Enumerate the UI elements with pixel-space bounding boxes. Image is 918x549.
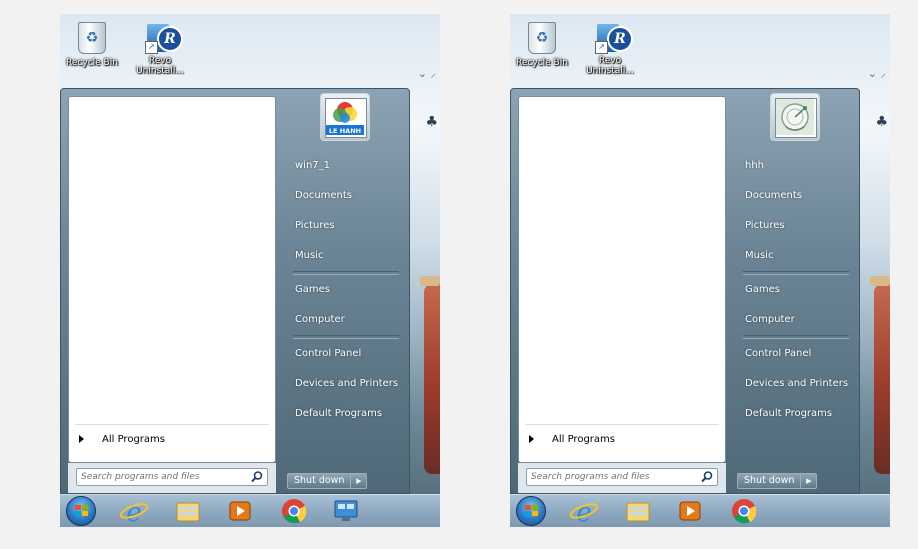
search-box[interactable]	[76, 468, 268, 486]
programs-list: All Programs	[518, 96, 726, 463]
recycle-bin-icon: ♻	[78, 22, 106, 54]
user-picture[interactable]	[770, 93, 820, 141]
screen-right: ⌄ ⸝ ♣ ♻ Recycle Bin R ↗ Revo Uninstall...…	[510, 14, 890, 527]
programs-list: All Programs	[68, 96, 276, 463]
internet-explorer-icon[interactable]: e	[568, 497, 600, 525]
windows-explorer-icon[interactable]	[622, 497, 654, 525]
user-picture[interactable]: LE HANH	[320, 93, 370, 141]
all-programs-button[interactable]: All Programs	[75, 431, 269, 449]
arrow-right-icon: ▶	[356, 477, 362, 485]
triangle-right-icon	[529, 435, 534, 443]
link-documents[interactable]: Documents	[283, 181, 405, 211]
search-area	[68, 463, 276, 493]
right-pane-links: win7_1 Documents Pictures Music Games Co…	[283, 151, 405, 429]
shutdown-group: Shut down ▶	[287, 473, 368, 489]
all-programs-button[interactable]: All Programs	[525, 431, 719, 449]
link-games[interactable]: Games	[733, 275, 855, 305]
media-player-icon[interactable]	[674, 497, 706, 525]
wallpaper-boat	[870, 276, 890, 474]
revo-uninstaller-icon: R ↗	[595, 20, 633, 54]
wallpaper-boat	[420, 276, 440, 474]
chrome-icon[interactable]	[278, 497, 310, 525]
desktop-icon-label: Revo Uninstall...	[136, 56, 184, 76]
link-control-panel[interactable]: Control Panel	[283, 339, 405, 369]
search-icon[interactable]	[700, 470, 714, 484]
link-devices-and-printers[interactable]: Devices and Printers	[733, 369, 855, 399]
divider	[75, 424, 269, 425]
link-music[interactable]: Music	[733, 241, 855, 271]
user-tile-caption: LE HANH	[329, 127, 361, 135]
chrome-icon[interactable]	[728, 497, 760, 525]
link-computer[interactable]: Computer	[733, 305, 855, 335]
shutdown-button[interactable]: Shut down	[287, 473, 352, 489]
link-games[interactable]: Games	[283, 275, 405, 305]
search-input[interactable]	[527, 469, 700, 485]
desktop-icon-recycle-bin[interactable]: ♻ Recycle Bin	[60, 20, 124, 68]
taskbar: e	[60, 494, 440, 527]
shutdown-options-button[interactable]: ▶	[801, 473, 818, 489]
link-control-panel[interactable]: Control Panel	[733, 339, 855, 369]
remote-desktop-icon[interactable]	[330, 497, 362, 525]
shutdown-button[interactable]: Shut down	[737, 473, 802, 489]
wallpaper-birds: ⌄ ⸝	[417, 67, 436, 80]
recycle-bin-icon: ♻	[528, 22, 556, 54]
media-player-icon[interactable]	[224, 497, 256, 525]
windows-explorer-icon[interactable]	[172, 497, 204, 525]
all-programs-label: All Programs	[552, 434, 615, 445]
start-orb-icon[interactable]	[516, 496, 546, 526]
search-icon[interactable]	[250, 470, 264, 484]
wallpaper-birds: ⌄ ⸝	[867, 67, 886, 80]
search-box[interactable]	[526, 468, 718, 486]
revo-uninstaller-icon: R ↗	[145, 20, 183, 54]
start-menu: All Programs hhh Documents	[510, 88, 860, 494]
triangle-right-icon	[79, 435, 84, 443]
link-user-folder[interactable]: hhh	[733, 151, 855, 181]
svg-text:e: e	[126, 498, 141, 525]
svg-text:e: e	[576, 498, 591, 525]
right-pane-links: hhh Documents Pictures Music Games Compu…	[733, 151, 855, 429]
wallpaper-tree: ♣	[875, 114, 888, 130]
shutdown-group: Shut down ▶	[737, 473, 818, 489]
le-hanh-logo-icon: LE HANH	[325, 98, 367, 138]
start-orb-icon[interactable]	[66, 496, 96, 526]
wallpaper-tree: ♣	[425, 114, 438, 130]
search-area	[518, 463, 726, 493]
desktop-icon-label: Recycle Bin	[516, 58, 568, 68]
desktop-icon-revo-uninstaller[interactable]: R ↗ Revo Uninstall...	[578, 20, 642, 76]
screen-left: ⌄ ⸝ ♣ ♻ Recycle Bin R ↗ Revo Uninstall...…	[60, 14, 440, 527]
desktop-icon-revo-uninstaller[interactable]: R ↗ Revo Uninstall...	[128, 20, 192, 76]
link-documents[interactable]: Documents	[733, 181, 855, 211]
search-input[interactable]	[77, 469, 250, 485]
link-default-programs[interactable]: Default Programs	[733, 399, 855, 429]
link-pictures[interactable]: Pictures	[733, 211, 855, 241]
desktop-icon-label: Recycle Bin	[66, 58, 118, 68]
link-pictures[interactable]: Pictures	[283, 211, 405, 241]
taskbar: e	[510, 494, 890, 527]
link-user-folder[interactable]: win7_1	[283, 151, 405, 181]
link-default-programs[interactable]: Default Programs	[283, 399, 405, 429]
internet-explorer-icon[interactable]: e	[118, 497, 150, 525]
link-computer[interactable]: Computer	[283, 305, 405, 335]
all-programs-label: All Programs	[102, 434, 165, 445]
desktop-icon-label: Revo Uninstall...	[586, 56, 634, 76]
shutdown-options-button[interactable]: ▶	[351, 473, 368, 489]
link-music[interactable]: Music	[283, 241, 405, 271]
arrow-right-icon: ▶	[806, 477, 812, 485]
satellite-dish-icon	[775, 98, 817, 138]
divider	[525, 424, 719, 425]
start-menu: All Programs LE HANH win7_1	[60, 88, 410, 494]
link-devices-and-printers[interactable]: Devices and Printers	[283, 369, 405, 399]
desktop-icon-recycle-bin[interactable]: ♻ Recycle Bin	[510, 20, 574, 68]
